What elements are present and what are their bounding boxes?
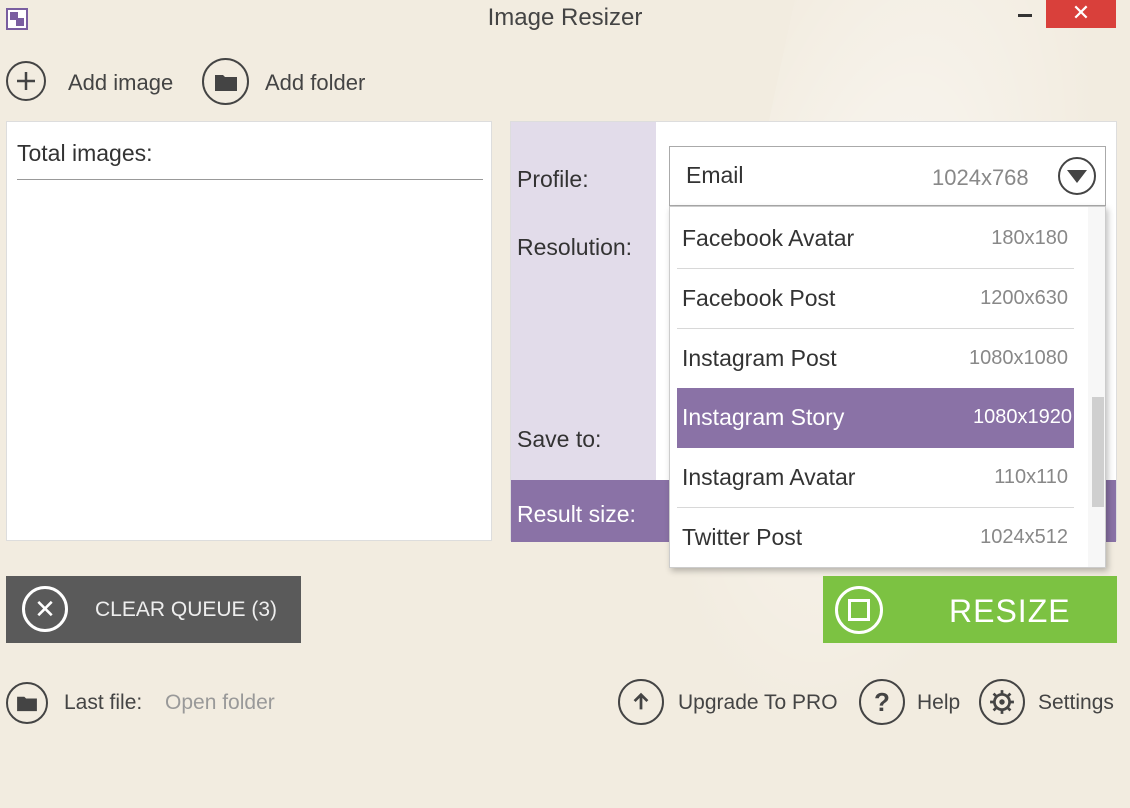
close-icon: ✕ [22,586,68,632]
settings-button[interactable]: Settings [979,679,1119,727]
option-resolution: 1080x1080 [969,347,1068,369]
save-to-label: Save to: [517,426,602,452]
option-name: Twitter Post [682,524,803,550]
folder-icon [202,58,249,105]
profile-selected-name: Email [686,162,744,188]
resolution-label: Resolution: [517,234,633,260]
profile-option-instagram-story[interactable]: Instagram Story 1080x1920 [677,388,1074,448]
chevron-down-icon[interactable] [1058,157,1096,195]
resize-label: RESIZE [949,593,1071,629]
add-folder-label: Add folder [265,70,366,95]
help-button[interactable]: ? Help [859,679,969,727]
option-name: Instagram Story [682,404,845,430]
gear-icon [979,679,1025,725]
add-image-label: Add image [68,70,174,95]
profile-option-instagram-post[interactable]: Instagram Post 1080x1080 [677,329,1074,389]
help-label: Help [917,691,961,714]
dropdown-scrollbar-thumb[interactable] [1092,397,1104,507]
plus-icon [6,61,46,101]
upgrade-label: Upgrade To PRO [678,691,838,714]
option-resolution: 1024x512 [980,526,1068,548]
window-title: Image Resizer [487,4,643,31]
close-button[interactable]: ✕ [1046,0,1116,28]
resize-button[interactable]: RESIZE [823,576,1117,643]
upgrade-button[interactable]: Upgrade To PRO [618,679,848,727]
divider [17,179,483,180]
option-resolution: 110x110 [994,466,1068,488]
option-name: Facebook Avatar [682,225,855,251]
option-resolution: 1200x630 [980,287,1068,309]
arrow-up-icon [618,679,664,725]
profile-selected-resolution: 1024x768 [932,165,1029,190]
option-name: Instagram Post [682,345,837,371]
option-resolution: 1080x1920 [973,406,1072,428]
settings-label: Settings [1038,691,1114,714]
resize-icon [835,586,883,634]
option-resolution: 180x180 [991,227,1068,249]
add-folder-button[interactable]: Add folder [202,58,382,106]
image-queue-panel[interactable]: Total images: [6,121,492,541]
folder-icon[interactable] [6,682,48,724]
open-folder-link[interactable]: Open folder [165,691,275,715]
profile-option-twitter-post[interactable]: Twitter Post 1024x512 [677,508,1074,567]
result-size-label: Result size: [517,501,636,527]
total-images-label: Total images: [17,140,153,166]
profile-option-facebook-avatar[interactable]: Facebook Avatar 180x180 [677,209,1074,269]
profile-dropdown-list: Facebook Avatar 180x180 Facebook Post 12… [669,206,1106,568]
help-icon: ? [859,679,905,725]
last-file-label: Last file: [64,691,143,714]
option-name: Facebook Post [682,285,836,311]
add-image-button[interactable]: Add image [6,60,186,104]
profile-select[interactable]: Email 1024x768 [669,146,1106,206]
clear-queue-label: CLEAR QUEUE (3) [95,598,278,621]
dropdown-scrollbar[interactable] [1088,207,1105,567]
profile-label: Profile: [517,166,589,192]
clear-queue-button[interactable]: ✕ CLEAR QUEUE (3) [6,576,301,643]
minimize-button[interactable] [1012,0,1042,28]
profile-option-instagram-avatar[interactable]: Instagram Avatar 110x110 [677,448,1074,508]
option-name: Instagram Avatar [682,464,856,490]
profile-option-facebook-post[interactable]: Facebook Post 1200x630 [677,269,1074,329]
